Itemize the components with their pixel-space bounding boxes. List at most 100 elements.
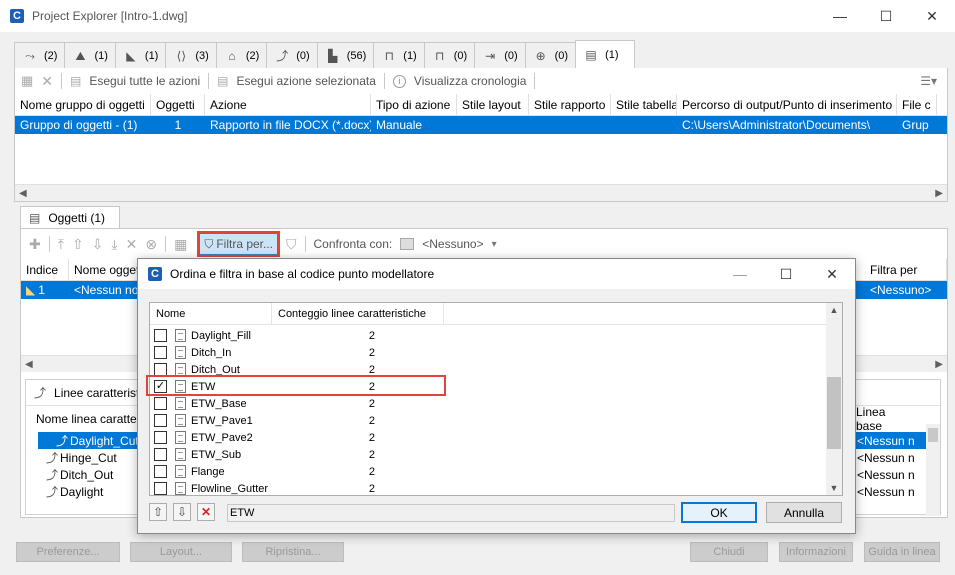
scroll-thumb[interactable] [827,377,841,449]
move-top-icon[interactable]: ⤒ [58,236,64,253]
cell-filter-by: <Nessuno> [870,283,932,297]
list-item[interactable]: ETW_Sub 2 [150,446,842,463]
col-header[interactable]: Tipo di azione [371,94,457,115]
feature-line-icon: ⤴ [46,451,59,465]
col-index[interactable]: Indice [21,259,69,280]
col-header[interactable]: Nome gruppo di oggetti [15,94,151,115]
delete-icon[interactable]: ✕ [41,73,53,90]
restore-button[interactable]: Ripristina... [242,542,344,562]
baseline-value[interactable]: <Nessun n [854,432,926,449]
move-down-icon[interactable]: ⇩ [92,236,104,253]
tab-sample-lines[interactable]: ⌂ (2) [215,42,268,68]
col-object-name[interactable]: Nome oggett [69,259,139,280]
close-button[interactable]: ✕ [909,0,955,32]
filter-text-input[interactable] [227,504,675,522]
assemblies-icon: ⊓ [384,48,394,63]
col-header[interactable]: Oggetti [151,94,205,115]
delete-icon[interactable]: ✕ [126,236,138,253]
list-item[interactable]: Flowline_Gutter 2 [150,480,842,497]
history-button[interactable]: Visualizza cronologia [414,74,527,88]
list-item[interactable]: ETW_Pave2 2 [150,429,842,446]
col-name[interactable]: Nome [150,303,272,324]
col-filter-by[interactable]: Filtra per [865,259,947,280]
dialog-minimize-button[interactable]: — [717,258,763,290]
tab-cogo-points[interactable]: ⤳ (2) [14,42,66,68]
layout-button[interactable]: Layout... [130,542,232,562]
clear-icon[interactable]: ⊗ [145,236,157,253]
tab-objects[interactable]: ▤ Oggetti (1) [20,206,120,228]
tab-subassemblies[interactable]: ⊓ (0) [423,42,476,68]
compare-dropdown[interactable]: <Nessuno> [422,237,483,251]
col-header[interactable]: Stile tabella [611,94,677,115]
tab-alignments[interactable]: ◣ (1) [114,42,167,68]
list-item[interactable]: ⤴ Daylight_Cut [38,432,148,449]
run-selected-button[interactable]: Esegui azione selezionata [236,74,375,88]
list-item[interactable]: ETW_Base 2 [150,395,842,412]
horizontal-scrollbar[interactable]: ◀ ▶ [15,184,947,201]
checkbox[interactable] [154,346,167,359]
document-icon [175,414,186,427]
tab-count: (2) [245,49,260,62]
list-item[interactable]: Flange 2 [150,463,842,480]
tab-corridors[interactable]: ▙ (56) [316,42,375,68]
checkbox[interactable] [154,397,167,410]
checkbox[interactable] [154,448,167,461]
col-header[interactable]: Azione [205,94,371,115]
baseline-value[interactable]: <Nessun n [854,466,926,483]
minimize-button[interactable]: — [817,0,863,32]
move-up-icon[interactable]: ⇧ [149,503,167,521]
add-icon[interactable]: ▦ [21,73,33,89]
list-item[interactable]: ⤴ Daylight [38,483,148,500]
dialog-maximize-button[interactable]: ☐ [763,258,809,290]
list-item[interactable]: ⤴ Hinge_Cut [38,449,148,466]
col-header[interactable]: Percorso di output/Punto di inserimento [677,94,897,115]
alignment-icon: ◣ [26,283,36,297]
col-header[interactable]: Stile rapporto [529,94,611,115]
list-item[interactable]: Daylight_Fill 2 [150,327,842,344]
run-all-button[interactable]: Esegui tutte le azioni [89,74,200,88]
table-row[interactable]: Gruppo di oggetti - (1) 1 Rapporto in file… [15,116,947,134]
col-feature-line-count[interactable]: Conteggio linee caratteristiche [272,303,444,324]
checkbox[interactable] [154,431,167,444]
tab-surfaces[interactable]: ⛰ (1) [64,42,116,68]
table-icon[interactable]: ▦ [174,236,187,253]
delete-icon[interactable]: ✕ [197,503,215,521]
checkbox[interactable] [154,363,167,376]
checkbox[interactable] [154,329,167,342]
tab-profiles[interactable]: ⟨⟩ (3) [165,42,217,68]
col-header[interactable]: Stile layout [457,94,529,115]
clear-filter-icon[interactable]: ⛉ [286,236,297,253]
chevron-down-icon[interactable]: ▾ [492,239,497,250]
list-item[interactable]: Ditch_In 2 [150,344,842,361]
vertical-scrollbar[interactable] [926,424,940,516]
maximize-button[interactable]: ☐ [863,0,909,32]
code-name: ETW_Pave2 [191,431,253,444]
checkbox[interactable] [154,482,167,495]
tab-pipe-networks[interactable]: ⇥ (0) [474,42,526,68]
filter-button[interactable]: ⛉ Filtra per... [197,231,281,257]
dialog-close-button[interactable]: ✕ [809,258,855,290]
help-button[interactable]: Guida in linea [864,542,940,562]
baseline-value[interactable]: <Nessun n [854,483,926,500]
move-down-icon[interactable]: ⇩ [173,503,191,521]
baseline-value[interactable]: <Nessun n [854,449,926,466]
move-bottom-icon[interactable]: ⤓ [111,236,117,253]
list-item[interactable]: Ditch_Out 2 [150,361,842,378]
ok-button[interactable]: OK [681,502,757,523]
checkbox[interactable] [154,465,167,478]
preferences-button[interactable]: Preferenze... [16,542,120,562]
tab-object-sets[interactable]: ▤ (1) [575,40,636,68]
tab-feature-lines[interactable]: ⤴ (0) [266,42,318,68]
cancel-button[interactable]: Annulla [766,502,842,523]
checkbox[interactable] [154,414,167,427]
list-item[interactable]: ⤴ Ditch_Out [38,466,148,483]
col-header[interactable]: File c [897,94,937,115]
tab-vehicles[interactable]: ⊕ (0) [524,42,577,68]
move-up-icon[interactable]: ⇧ [72,236,84,253]
information-button[interactable]: Informazioni [779,542,853,562]
close-window-button[interactable]: Chiudi [690,542,768,562]
tab-assemblies[interactable]: ⊓ (1) [373,42,425,68]
view-options-icon[interactable]: ☰▾ [920,74,937,88]
list-item[interactable]: ETW_Pave1 2 [150,412,842,429]
add-icon[interactable]: ✚ [29,236,41,253]
